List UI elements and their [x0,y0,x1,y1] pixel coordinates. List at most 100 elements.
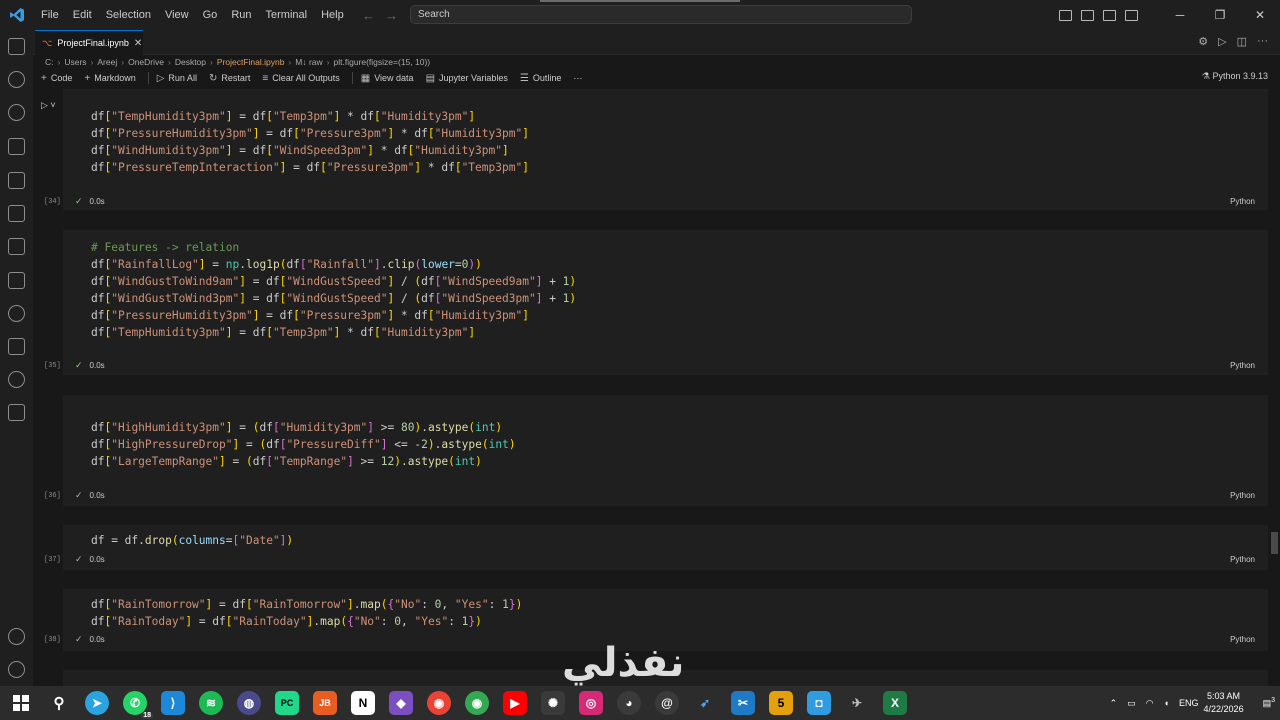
scrollbar-thumb[interactable] [1271,532,1278,554]
taskbar-search-icon[interactable]: ⚲ [47,691,71,715]
close-button[interactable]: ✕ [1240,8,1280,22]
jetbrains-icon[interactable]: JB [313,691,337,715]
app-icon[interactable]: ✈ [845,691,869,715]
menu-terminal[interactable]: Terminal [259,0,315,30]
view-data-button[interactable]: ▦ View data [361,73,414,84]
customize-layout-icon[interactable] [1059,9,1072,21]
volume-icon[interactable]: ◖ [1164,698,1169,708]
cell-language[interactable]: Python [1230,555,1255,564]
menu-edit[interactable]: Edit [66,0,99,30]
youtube-icon[interactable]: ▶ [503,691,527,715]
more-toolbar-button[interactable]: ··· [573,73,582,83]
close-tab-icon[interactable]: ✕ [134,38,142,49]
breadcrumb-file[interactable]: ProjectFinal.ipynb [217,57,285,67]
kernel-picker[interactable]: ⚗ Python 3.9.13 [1202,71,1268,82]
breadcrumb-symbol[interactable]: plt.figure(figsize=(15, 10)) [334,57,431,67]
snipping-tool-icon[interactable]: ✂ [731,691,755,715]
threads-icon[interactable]: @ [655,691,679,715]
maximize-button[interactable]: ❐ [1200,8,1240,22]
add-code-button[interactable]: + Code [41,73,72,84]
editor-scrollbar[interactable] [1268,89,1280,686]
tab-projectfinal[interactable]: ⌥ ProjectFinal.ipynb ✕ [35,30,143,55]
cell-language[interactable]: Python [1230,491,1255,500]
breadcrumb-onedrive[interactable]: OneDrive [128,57,164,67]
jupyter-variables-button[interactable]: ▤ Jupyter Variables [426,73,508,84]
clear-outputs-button[interactable]: ≡ Clear All Outputs [262,73,339,84]
photos-icon[interactable]: ◘ [807,691,831,715]
more-actions-icon[interactable]: ··· [1257,35,1268,48]
clock[interactable]: 5:03 AM 4/22/2026 [1204,690,1244,716]
copilot-icon[interactable]: ➶ [693,691,717,715]
notion-icon[interactable]: N [351,691,375,715]
containers-icon[interactable] [8,272,25,289]
cell-language[interactable]: Python [1230,197,1255,206]
toggle-primary-sidebar-icon[interactable] [1081,9,1094,21]
chatgpt-icon[interactable]: ✺ [541,691,565,715]
split-editor-icon[interactable]: ◫ [1237,35,1247,48]
github-desktop-icon[interactable]: ◕ [617,691,641,715]
menu-file[interactable]: File [34,0,66,30]
github-icon[interactable] [8,305,25,322]
testing-icon[interactable] [8,238,25,255]
drive-icon[interactable] [8,404,25,421]
cell-code[interactable]: df["HighHumidity3pm"] = (df["Humidity3pm… [91,419,516,470]
breadcrumb-user[interactable]: Areej [97,57,117,67]
battery-icon[interactable]: ▭ [1127,698,1136,709]
settings-gear-icon[interactable]: ⚙ [1198,35,1208,48]
outline-button[interactable]: ☰ Outline [520,73,562,84]
code-cell[interactable]: df = df.drop(columns=["Date"]) [37] ✓ 0.0… [44,525,1268,570]
language-indicator[interactable]: ENG [1179,698,1199,708]
edge-icon[interactable] [8,371,25,388]
cell-code[interactable]: df = df.drop(columns=["Date"]) [91,532,293,549]
code-cell[interactable]: # Features -> relation df["RainfallLog"]… [44,230,1268,375]
cell-language[interactable]: Python [1230,361,1255,370]
toggle-panel-icon[interactable] [1103,9,1116,21]
excel-icon[interactable]: X [883,691,907,715]
breadcrumb-raw[interactable]: M↓ raw [295,57,322,67]
minimize-button[interactable]: ─ [1160,8,1200,22]
vscode-taskbar-icon[interactable]: ⟩ [161,691,185,715]
menu-view[interactable]: View [158,0,196,30]
chrome-profile-icon[interactable]: ◉ [465,691,489,715]
explorer-icon[interactable] [8,38,25,55]
forward-arrow-icon[interactable]: → [385,8,398,23]
code-cell[interactable]: ▷ ˅ df["TempHumidity3pm"] = df["Temp3pm"… [41,89,1268,210]
accounts-icon[interactable] [8,628,25,645]
run-icon[interactable]: ▷ [1218,35,1226,48]
browser-icon[interactable]: ◍ [237,691,261,715]
add-markdown-button[interactable]: + Markdown [84,73,135,84]
source-control-icon[interactable] [8,104,25,121]
menu-help[interactable]: Help [314,0,351,30]
breadcrumb-desktop[interactable]: Desktop [175,57,206,67]
breadcrumb-users[interactable]: Users [64,57,86,67]
wifi-icon[interactable]: ◠ [1146,698,1154,709]
breadcrumb-drive[interactable]: C: [45,57,54,67]
cell-language[interactable]: Python [1230,635,1255,644]
extensions-icon[interactable] [8,205,25,222]
menu-selection[interactable]: Selection [99,0,158,30]
windows-start-icon[interactable] [9,691,33,715]
tray-chevron-icon[interactable]: ⌃ [1110,698,1118,709]
telegram-icon[interactable]: ➤ [85,691,109,715]
spotify-icon[interactable]: ≋ [199,691,223,715]
cell-code[interactable]: df["RainTomorrow"] = df["RainTomorrow"].… [91,596,522,630]
run-all-button[interactable]: ▷ Run All [157,73,197,84]
toggle-secondary-sidebar-icon[interactable] [1125,9,1138,21]
code-cell[interactable]: df["HighHumidity3pm"] = (df["Humidity3pm… [44,395,1268,506]
visual-studio-icon[interactable]: ◆ [389,691,413,715]
pycharm-icon[interactable]: PC [275,691,299,715]
notification-icon[interactable]: ▤3 [1263,697,1275,709]
restart-button[interactable]: ↻ Restart [209,73,250,84]
run-cell-icon[interactable]: ▷ ˅ [41,100,56,111]
back-arrow-icon[interactable]: ← [362,8,375,23]
cell-code[interactable]: df["TempHumidity3pm"] = df["Temp3pm"] * … [91,108,529,176]
whatsapp-icon[interactable]: ✆ 18 [123,691,153,719]
python-icon[interactable] [8,338,25,355]
search-icon[interactable] [8,71,25,88]
command-center-search[interactable]: Search [410,5,912,24]
instagram-icon[interactable]: ◎ [579,691,603,715]
menu-run[interactable]: Run [224,0,258,30]
chrome-icon[interactable]: ◉ [427,691,451,715]
run-debug-icon[interactable] [8,138,25,155]
manage-gear-icon[interactable] [8,661,25,678]
